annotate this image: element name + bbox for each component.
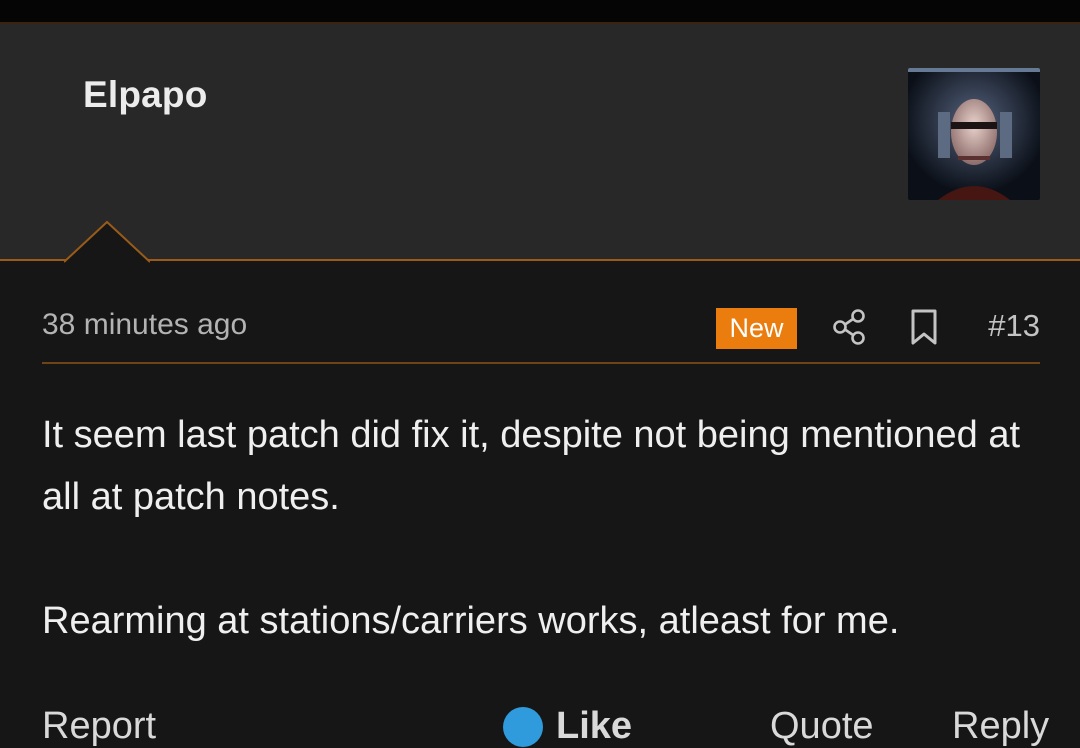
post-meta-row: 38 minutes ago New #13 [42, 300, 1040, 364]
post-pointer-arrow [64, 220, 150, 263]
share-icon[interactable] [832, 309, 868, 345]
like-icon[interactable] [503, 707, 543, 747]
user-panel: Elpapo [0, 22, 1080, 261]
post-number[interactable]: #13 [988, 308, 1040, 344]
reply-button[interactable]: Reply [952, 705, 1049, 748]
post-body: It seem last patch did fix it, despite n… [42, 404, 1042, 652]
post-paragraph: Rearming at stations/carriers works, atl… [42, 600, 900, 642]
report-link[interactable]: Report [42, 705, 156, 748]
user-avatar[interactable] [908, 68, 1040, 200]
meta-divider [42, 362, 1040, 364]
new-badge: New [716, 308, 797, 349]
like-button[interactable]: Like [556, 705, 632, 748]
top-bar [0, 0, 1080, 22]
post-footer: Report Like Quote Reply [0, 700, 1080, 747]
username[interactable]: Elpapo [83, 74, 208, 116]
quote-button[interactable]: Quote [770, 705, 874, 748]
post-paragraph: It seem last patch did fix it, despite n… [42, 414, 1021, 518]
post-timestamp[interactable]: 38 minutes ago [42, 308, 247, 342]
bookmark-icon[interactable] [908, 308, 940, 346]
